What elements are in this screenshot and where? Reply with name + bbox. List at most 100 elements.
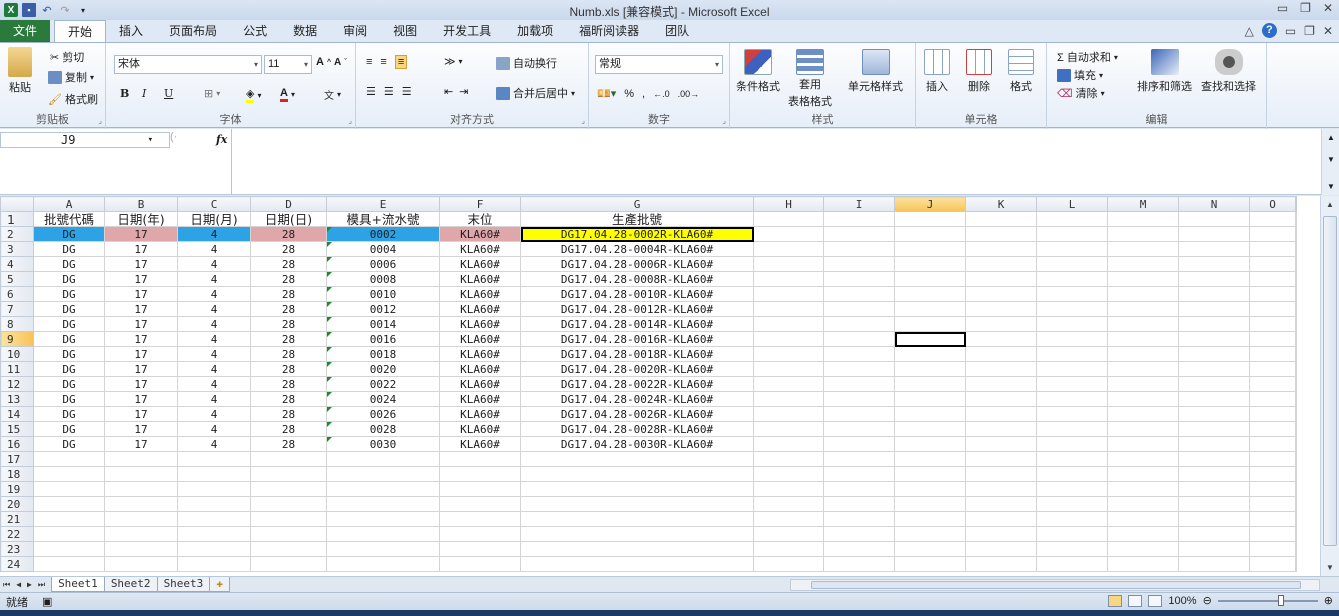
cell[interactable]: DG bbox=[33, 376, 105, 392]
cell[interactable]: 4 bbox=[177, 286, 251, 302]
cell[interactable] bbox=[965, 391, 1037, 407]
cell[interactable] bbox=[250, 541, 327, 557]
cell[interactable]: 28 bbox=[250, 316, 327, 332]
cell[interactable] bbox=[753, 481, 824, 497]
italic-button[interactable]: I bbox=[142, 87, 146, 100]
cell[interactable] bbox=[326, 541, 440, 557]
cell[interactable] bbox=[250, 511, 327, 527]
cell[interactable] bbox=[1249, 496, 1296, 512]
cell[interactable] bbox=[894, 421, 966, 437]
cell[interactable] bbox=[1107, 301, 1179, 317]
cell[interactable] bbox=[1295, 241, 1297, 257]
column-header[interactable]: I bbox=[823, 196, 895, 212]
sheet-tab[interactable]: Sheet3 bbox=[156, 577, 211, 592]
cell[interactable] bbox=[104, 451, 178, 467]
cell[interactable] bbox=[753, 256, 824, 272]
worksheet-grid[interactable]: ABCDEFGHIJKLMNO 1 批號代碼 日期(年) 日期(月) 日期(日) 模具+流… bbox=[0, 196, 1320, 576]
row-header[interactable]: 10 bbox=[0, 346, 34, 362]
cell[interactable] bbox=[894, 406, 966, 422]
cell[interactable] bbox=[965, 526, 1037, 542]
cell[interactable]: DG17.04.28-0028R-KLA60# bbox=[520, 421, 754, 437]
font-name-combo[interactable]: 宋体 ▾ bbox=[114, 55, 262, 74]
cell[interactable]: 4 bbox=[177, 226, 251, 242]
scroll-up-icon[interactable]: ▲ bbox=[1327, 133, 1335, 142]
cell[interactable] bbox=[1107, 391, 1179, 407]
cell[interactable] bbox=[1036, 556, 1108, 572]
cell[interactable] bbox=[823, 421, 895, 437]
cell[interactable] bbox=[177, 496, 251, 512]
align-right-icon[interactable]: ☰ bbox=[402, 85, 412, 98]
cell[interactable] bbox=[439, 451, 521, 467]
cell[interactable] bbox=[894, 541, 966, 557]
font-color-button[interactable]: A ▾ bbox=[280, 87, 295, 102]
cell[interactable] bbox=[1178, 271, 1250, 287]
wrap-text-button[interactable]: 自动换行 bbox=[496, 55, 557, 71]
cell[interactable] bbox=[894, 301, 966, 317]
cell[interactable] bbox=[1036, 316, 1108, 332]
cell[interactable]: DG17.04.28-0022R-KLA60# bbox=[520, 376, 754, 392]
cell[interactable]: 4 bbox=[177, 376, 251, 392]
cell[interactable] bbox=[1036, 241, 1108, 257]
doc-close-icon[interactable]: ✕ bbox=[1323, 24, 1333, 38]
cell[interactable] bbox=[1178, 346, 1250, 362]
cell[interactable] bbox=[1107, 436, 1179, 452]
cell[interactable] bbox=[965, 511, 1037, 527]
row-header[interactable]: 14 bbox=[0, 406, 34, 422]
hscroll-thumb[interactable] bbox=[811, 581, 1301, 589]
cell[interactable] bbox=[1036, 271, 1108, 287]
cell[interactable] bbox=[1295, 286, 1297, 302]
tab-9[interactable]: 加载项 bbox=[504, 20, 566, 42]
cell[interactable]: 4 bbox=[177, 256, 251, 272]
cell[interactable] bbox=[1107, 346, 1179, 362]
grow-font-button[interactable]: A ^ bbox=[316, 56, 331, 68]
cell[interactable]: 0012 bbox=[326, 301, 440, 317]
column-header[interactable]: J bbox=[894, 196, 966, 212]
cell[interactable] bbox=[894, 466, 966, 482]
cell[interactable] bbox=[1249, 361, 1296, 377]
cell[interactable]: 28 bbox=[250, 421, 327, 437]
cell[interactable] bbox=[894, 226, 966, 242]
insert-cells-button[interactable]: 插入 bbox=[924, 49, 950, 94]
cell[interactable] bbox=[1107, 331, 1179, 347]
cell[interactable] bbox=[753, 331, 824, 347]
cell[interactable] bbox=[753, 406, 824, 422]
cell[interactable] bbox=[965, 361, 1037, 377]
cell[interactable] bbox=[33, 481, 105, 497]
cell[interactable] bbox=[33, 496, 105, 512]
column-header[interactable]: C bbox=[177, 196, 251, 212]
cell[interactable] bbox=[326, 526, 440, 542]
row-header[interactable]: 12 bbox=[0, 376, 34, 392]
sort-filter-button[interactable]: 排序和筛选 bbox=[1137, 49, 1192, 94]
cell[interactable]: KLA60# bbox=[439, 301, 521, 317]
cell[interactable] bbox=[1295, 406, 1297, 422]
cell[interactable] bbox=[1107, 496, 1179, 512]
cell[interactable] bbox=[894, 286, 966, 302]
cell[interactable] bbox=[753, 301, 824, 317]
cell[interactable] bbox=[1249, 391, 1296, 407]
cell[interactable] bbox=[965, 211, 1037, 227]
cell[interactable] bbox=[1107, 556, 1179, 572]
cell[interactable]: 批號代碼 bbox=[33, 211, 105, 227]
bold-button[interactable]: B bbox=[120, 87, 129, 100]
cell[interactable]: 28 bbox=[250, 271, 327, 287]
cell[interactable]: DG bbox=[33, 226, 105, 242]
cell[interactable]: 28 bbox=[250, 436, 327, 452]
cell[interactable] bbox=[1249, 406, 1296, 422]
cell[interactable] bbox=[753, 526, 824, 542]
scroll-down-arrow-icon[interactable]: ▼ bbox=[1326, 563, 1334, 572]
cell[interactable]: KLA60# bbox=[439, 331, 521, 347]
cell[interactable]: DG bbox=[33, 286, 105, 302]
row-header[interactable]: 9 bbox=[0, 331, 34, 347]
cancel-formula-icon[interactable]: (· bbox=[170, 131, 177, 143]
cell[interactable] bbox=[1249, 466, 1296, 482]
cell[interactable]: 17 bbox=[104, 421, 178, 437]
cell[interactable] bbox=[1295, 436, 1297, 452]
cell[interactable]: 4 bbox=[177, 346, 251, 362]
select-all-corner[interactable] bbox=[0, 196, 34, 212]
cell[interactable]: 17 bbox=[104, 301, 178, 317]
minimize-icon[interactable]: ▭ bbox=[1277, 1, 1288, 15]
cell[interactable] bbox=[823, 391, 895, 407]
row-header[interactable]: 6 bbox=[0, 286, 34, 302]
cell[interactable]: DG17.04.28-0006R-KLA60# bbox=[520, 256, 754, 272]
cell[interactable] bbox=[965, 256, 1037, 272]
